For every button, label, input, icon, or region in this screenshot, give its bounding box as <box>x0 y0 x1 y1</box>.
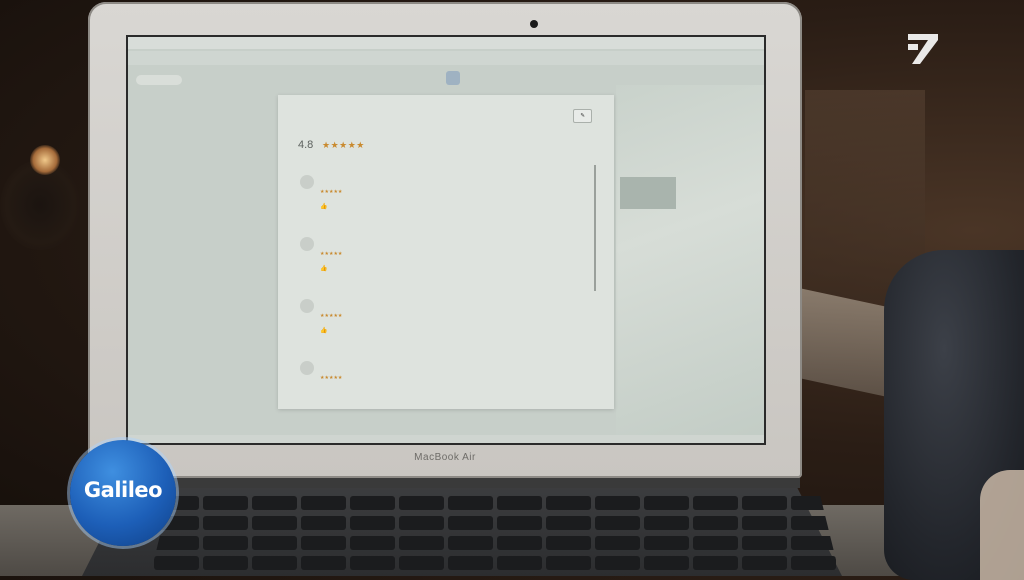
avatar[interactable] <box>300 175 314 189</box>
laptop-hinge <box>92 478 800 488</box>
review-stars: ★★★★★ <box>320 251 343 257</box>
scene: MacBook Air ✎ 4.8 ★★★★★ ★★★★★ 👍 ★★★★★ 👍 … <box>0 0 1024 580</box>
person-hand <box>980 470 1024 580</box>
thumbs-up-icon[interactable]: 👍 <box>320 203 327 210</box>
maps-logo-icon <box>446 71 460 85</box>
maps-search-box[interactable] <box>136 75 182 85</box>
prosieben-logo <box>908 34 938 64</box>
avatar[interactable] <box>300 299 314 313</box>
status-bar <box>128 435 764 443</box>
review-stars: ★★★★★ <box>320 313 343 319</box>
review-stars: ★★★★★ <box>320 189 343 195</box>
review-stars: ★★★★★ <box>320 375 343 381</box>
laptop-brand-label: MacBook Air <box>414 452 476 463</box>
map-area[interactable] <box>616 85 764 443</box>
rating-stars: ★★★★★ <box>322 140 365 150</box>
reviews-panel: ✎ 4.8 ★★★★★ ★★★★★ 👍 ★★★★★ 👍 ★★★★★ 👍 ★★★★… <box>278 95 614 409</box>
avatar[interactable] <box>300 361 314 375</box>
background-light <box>30 145 60 175</box>
thumbs-up-icon[interactable]: 👍 <box>320 327 327 334</box>
thumbs-up-icon[interactable]: 👍 <box>320 265 327 272</box>
avatar[interactable] <box>300 237 314 251</box>
camera-icon <box>530 20 538 28</box>
menu-bar <box>128 37 764 49</box>
galileo-logo-text: Galileo <box>83 478 163 502</box>
write-review-button[interactable]: ✎ <box>573 109 592 123</box>
reviews-scrollbar[interactable] <box>594 165 596 291</box>
laptop-keyboard <box>150 492 840 576</box>
map-photo-thumbnail[interactable] <box>620 177 676 209</box>
browser-tab-bar <box>128 51 764 65</box>
rating-score: 4.8 <box>298 139 314 151</box>
laptop-screen: ✎ 4.8 ★★★★★ ★★★★★ 👍 ★★★★★ 👍 ★★★★★ 👍 ★★★★… <box>128 37 764 443</box>
